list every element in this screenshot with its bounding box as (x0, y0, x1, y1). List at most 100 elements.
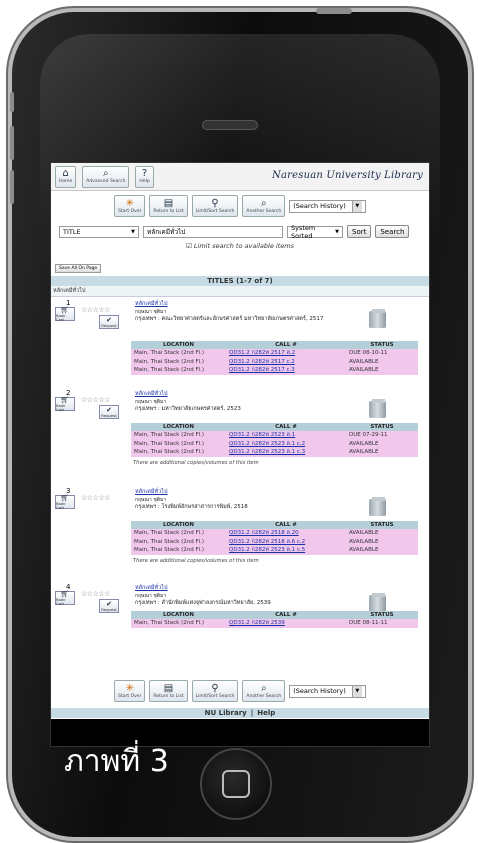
record-title[interactable]: หลักเคมีทั่วไป (135, 300, 167, 308)
status-cell: AVAILABLE (346, 439, 418, 448)
request-button[interactable]: ✔ Request (99, 599, 119, 613)
star-icon: ✳ (125, 197, 134, 209)
record-title[interactable]: หลักเคมีทั่วไป (135, 584, 167, 592)
search-button[interactable]: Search (375, 225, 410, 238)
book-cart-button[interactable]: 🛒︎ Book Cart (55, 306, 75, 321)
location-cell: Main, Thai Stack (2nd Fl.) (131, 546, 226, 555)
help-icon: ? (141, 168, 148, 179)
phone-screen: ⌂ Home ⌕ Advanced Search ? Help Naresuan Un… (50, 162, 430, 747)
image-caption: ภาพที่ 3 (64, 744, 169, 779)
magnifier-icon: ⌕ (261, 682, 267, 694)
rating-stars[interactable]: ☆☆☆☆☆ (81, 494, 110, 502)
footer-bar: NU Library | Help (51, 708, 429, 718)
limit-sort-button[interactable]: ⚲ Limit/Sort Search (191, 680, 239, 702)
record-title[interactable]: หลักเคมีทั่วไป (135, 390, 167, 398)
power-button (316, 8, 352, 14)
return-to-list-button[interactable]: ▤ Return to List (149, 195, 188, 217)
sort-select[interactable]: System Sorted ▼ (287, 224, 343, 240)
group-heading: หลักเคมีทั่วไป (51, 286, 429, 297)
table-row: Main, Thai Stack (2nd Fl.) QD31.2 ก282ห 2… (131, 431, 418, 440)
holdings-table: LOCATION CALL # STATUS Main, Thai Stack (2n… (131, 423, 418, 457)
holdings-header: CALL # (226, 611, 346, 619)
titles-header: TITLES (1-7 of 7) (51, 276, 429, 286)
status-cell: AVAILABLE (346, 546, 418, 555)
holdings-header: LOCATION (131, 521, 226, 529)
call-number-cell: QD31.2 ก282ห 2523 ล.1 c.3 (226, 448, 346, 457)
book-icon (369, 399, 386, 418)
book-cart-button[interactable]: 🛒︎ Book Cart (55, 494, 75, 509)
holdings-table: LOCATION CALL # STATUS Main, Thai Stack (2n… (131, 341, 418, 375)
library-name: Naresuan University Library (272, 170, 423, 181)
search-history-select[interactable]: (Search History) ▼ (289, 684, 366, 698)
holdings-header: STATUS (346, 423, 418, 431)
advanced-search-button[interactable]: ⌕ Advanced Search (82, 165, 130, 188)
sort-button[interactable]: Sort (347, 225, 372, 238)
call-number-link[interactable]: QD31.2 ก282ห 2523 ล.1 (229, 432, 295, 438)
footer-link-library[interactable]: NU Library (205, 709, 247, 717)
location-cell: Main, Thai Stack (2nd Fl.) (131, 529, 226, 538)
another-search-button[interactable]: ⌕ Another Search (242, 195, 286, 217)
book-cart-button[interactable]: 🛒︎ Book Cart (55, 590, 75, 605)
call-number-link[interactable]: QD31.2 ก282ห 2523 ล.1 c.5 (229, 547, 305, 553)
record-publisher: กรุงเทพฯ : คณะวิทยาศาสตร์และอักษรศาสตร์ … (135, 316, 324, 322)
location-cell: Main, Thai Stack (2nd Fl.) (131, 357, 226, 366)
rating-stars[interactable]: ☆☆☆☆☆ (81, 306, 110, 314)
footer-link-help[interactable]: Help (257, 709, 275, 717)
search-history-select[interactable]: (Search History) ▼ (289, 199, 366, 213)
book-icon (369, 309, 386, 328)
help-button[interactable]: ? Help (135, 165, 154, 188)
call-number-cell: QD31.2 ก282ห 2518 ล.6 c.2 (226, 537, 346, 546)
status-cell: AVAILABLE (346, 448, 418, 457)
call-number-link[interactable]: QD31.2 ก282ห 2517 c.2 (229, 359, 295, 365)
return-to-list-button[interactable]: ▤ Return to List (149, 680, 188, 702)
table-row: Main, Thai Stack (2nd Fl.) QD31.2 ก282ห 2… (131, 619, 418, 628)
search-row: TITLE ▼ หลักเคมีทั่วไป System Sorted ▼ Sor… (51, 219, 429, 240)
call-number-link[interactable]: QD31.2 ก282ห 2517 ล.2 (229, 350, 295, 356)
table-row: Main, Thai Stack (2nd Fl.) QD31.2 ก282ห 2… (131, 448, 418, 457)
status-cell: AVAILABLE (346, 366, 418, 375)
request-button[interactable]: ✔ Request (99, 315, 119, 329)
book-icon (369, 497, 386, 516)
holdings-header: CALL # (226, 423, 346, 431)
status-cell: AVAILABLE (346, 529, 418, 538)
call-number-cell: QD31.2 ก282ห 2523 ล.1 c.5 (226, 546, 346, 555)
holdings-header: STATUS (346, 341, 418, 349)
volume-down-button (10, 170, 14, 204)
holdings-header: CALL # (226, 341, 346, 349)
call-number-link[interactable]: QD31.2 ก282ห 2539 (229, 620, 285, 626)
book-cart-button[interactable]: 🛒︎ Book Cart (55, 396, 75, 411)
holdings-header: CALL # (226, 521, 346, 529)
home-icon: ⌂ (62, 168, 69, 179)
mute-switch (10, 92, 14, 112)
rating-stars[interactable]: ☆☆☆☆☆ (81, 590, 110, 598)
chevron-down-icon: ▼ (335, 228, 339, 235)
status-cell: DUE 08-11-11 (346, 619, 418, 628)
record-publisher: กรุงเทพฯ : โรงพิมพ์อักษรสาสารการพิมพ์, 2… (135, 504, 248, 510)
status-cell: DUE 08-10-11 (346, 349, 418, 358)
record-title[interactable]: หลักเคมีทั่วไป (135, 488, 167, 496)
earpiece-speaker (202, 120, 258, 130)
call-number-link[interactable]: QD31.2 ก282ห 2518 ล.6 c.2 (229, 539, 305, 545)
holdings-header: LOCATION (131, 611, 226, 619)
request-button[interactable]: ✔ Request (99, 405, 119, 419)
start-over-button[interactable]: ✳ Start Over (114, 680, 146, 702)
home-button[interactable]: ⌂ Home (55, 165, 77, 188)
limit-sort-button[interactable]: ⚲ Limit/Sort Search (191, 195, 239, 217)
filter-icon: ⚲ (211, 682, 219, 694)
call-number-link[interactable]: QD31.2 ก282ห 2523 ล.1 c.3 (229, 449, 305, 455)
call-number-cell: QD31.2 ก282ห 2517 c.3 (226, 366, 346, 375)
limit-available-checkbox[interactable]: ☑ Limit search to available items (51, 238, 429, 254)
call-number-link[interactable]: QD31.2 ก282ห 2518 ล.20 (229, 530, 299, 536)
location-cell: Main, Thai Stack (2nd Fl.) (131, 431, 226, 440)
book-icon (369, 593, 386, 612)
another-search-button[interactable]: ⌕ Another Search (242, 680, 286, 702)
call-number-cell: QD31.2 ก282ห 2539 (226, 619, 346, 628)
search-field-select[interactable]: TITLE ▼ (59, 225, 139, 238)
start-over-button[interactable]: ✳ Start Over (114, 195, 146, 217)
call-number-link[interactable]: QD31.2 ก282ห 2517 c.3 (229, 367, 295, 373)
search-input[interactable]: หลักเคมีทั่วไป (143, 225, 283, 238)
save-all-button[interactable]: Save All On Page (55, 264, 102, 273)
status-cell: DUE 07-29-11 (346, 431, 418, 440)
rating-stars[interactable]: ☆☆☆☆☆ (81, 396, 110, 404)
call-number-link[interactable]: QD31.2 ก282ห 2523 ล.1 c.2 (229, 441, 305, 447)
